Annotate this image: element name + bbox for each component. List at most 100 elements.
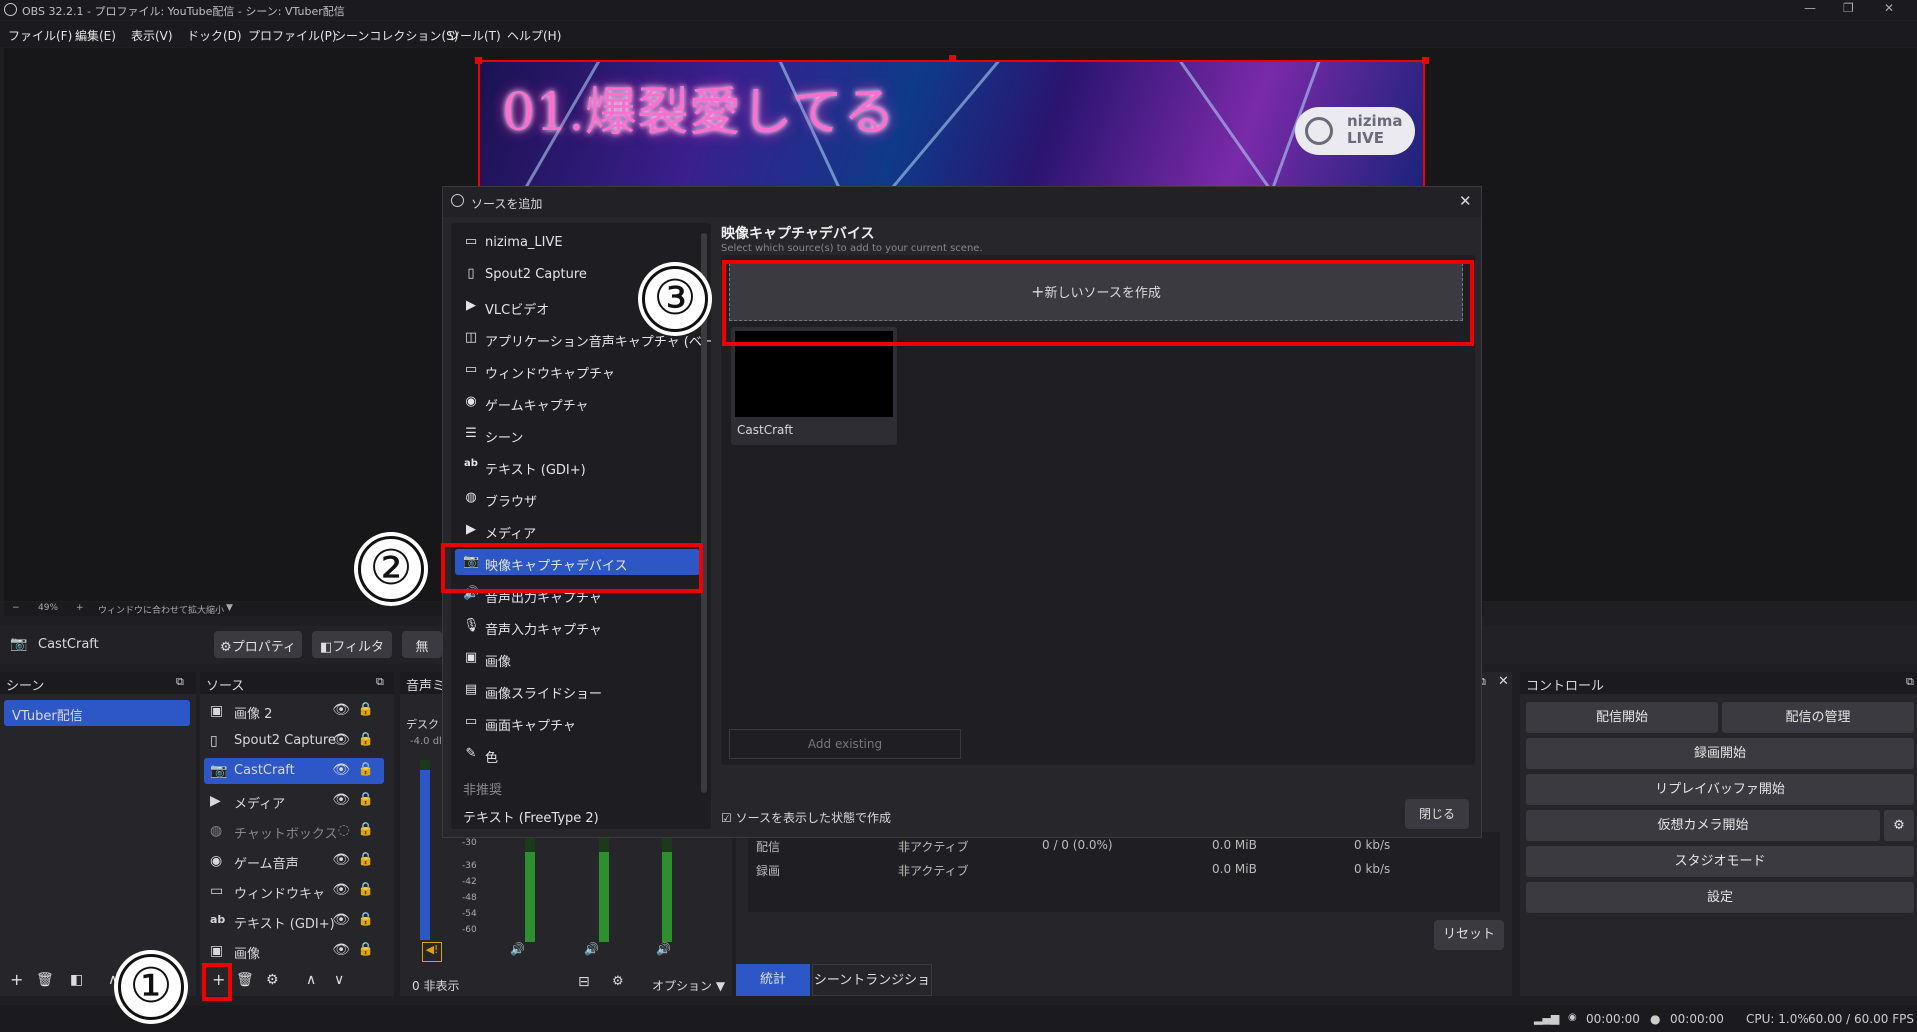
virtual-camera-settings-icon[interactable]: ⚙ <box>1884 810 1914 841</box>
lock-icon[interactable]: 🔒 <box>358 762 374 777</box>
menu-scene-collection[interactable]: シーンコレクション(S) <box>334 27 458 44</box>
undock-icon[interactable]: ⧉ <box>176 675 184 689</box>
filters-button[interactable]: ◧フィルタ <box>312 631 392 658</box>
menu-tools[interactable]: ツール(T) <box>448 27 501 44</box>
maximize-button[interactable]: ❐ <box>1843 1 1854 15</box>
dialog-close-icon[interactable]: ✕ <box>1459 192 1472 210</box>
undock-icon[interactable]: ⧉ <box>376 675 384 689</box>
deactivate-button[interactable]: 無 <box>402 631 442 658</box>
visible-checkbox-row[interactable]: ☑ ソースを表示した状態で作成 <box>721 809 891 826</box>
source-type-item[interactable]: ab テキスト (GDI+) <box>455 453 700 479</box>
menu-dock[interactable]: ドック(D) <box>187 27 242 44</box>
lock-icon[interactable]: 🔒 <box>358 822 374 837</box>
source-row[interactable]: ▣ 画像 👁 🔒 <box>204 938 384 964</box>
source-type-item[interactable]: ☰ シーン <box>455 421 700 447</box>
speaker-icon[interactable]: 🔊 <box>584 942 599 956</box>
minimize-button[interactable]: — <box>1804 1 1816 15</box>
source-type-item[interactable]: ◉ ゲームキャプチャ <box>455 389 700 415</box>
source-row[interactable]: ◉ ゲーム音声 👁 🔒 <box>204 848 384 874</box>
virtual-camera-button[interactable]: 仮想カメラ開始 <box>1526 810 1880 841</box>
undock-icon[interactable]: ⧉ <box>1906 675 1914 689</box>
source-type-item[interactable]: テキスト (FreeType 2) <box>455 801 700 827</box>
manage-stream-button[interactable]: 配信の管理 <box>1722 702 1914 733</box>
studio-mode-button[interactable]: スタジオモード <box>1526 846 1914 877</box>
menu-file[interactable]: ファイル(F) <box>8 27 72 44</box>
speaker-icon[interactable]: 🔊 <box>510 942 525 956</box>
add-existing-button[interactable]: Add existing <box>729 729 961 759</box>
eye-icon[interactable]: 👁 <box>332 942 350 958</box>
eye-icon[interactable]: 👁 <box>332 762 350 778</box>
menu-help[interactable]: ヘルプ(H) <box>507 27 561 44</box>
move-up-icon[interactable]: ∧ <box>306 972 316 988</box>
source-type-item[interactable]: ▣ 画像 <box>455 645 700 671</box>
source-row[interactable]: ▶ メディア 👁 🔒 <box>204 788 384 814</box>
checkbox-checked-icon[interactable]: ☑ <box>721 811 732 825</box>
move-up-icon[interactable]: ∧ <box>108 972 118 988</box>
replay-buffer-button[interactable]: リプレイバッファ開始 <box>1526 774 1914 805</box>
tab-scene-transition[interactable]: シーントランジション <box>812 964 932 1020</box>
muted-speaker-icon[interactable]: ◀! <box>422 942 442 962</box>
zoom-in-button[interactable]: + <box>76 603 84 613</box>
menu-profile[interactable]: プロファイル(P) <box>248 27 337 44</box>
move-down-icon[interactable]: ∨ <box>334 972 344 988</box>
scene-item[interactable]: VTuber配信 <box>4 700 190 726</box>
eye-icon[interactable]: 👁 <box>332 732 350 748</box>
eye-hidden-icon[interactable]: ◌ <box>338 822 350 838</box>
eye-icon[interactable]: 👁 <box>332 702 350 718</box>
resize-handle[interactable] <box>949 55 956 62</box>
eye-icon[interactable]: 👁 <box>332 882 350 898</box>
lock-icon[interactable]: 🔒 <box>358 852 374 867</box>
speaker-icon[interactable]: 🔊 <box>656 942 671 956</box>
source-type-item[interactable]: 🎙 音声入力キャプチャ <box>455 613 700 639</box>
source-type-item[interactable]: ✎ 色 <box>455 741 700 767</box>
lock-icon[interactable]: 🔒 <box>358 942 374 957</box>
mixer-settings-icon[interactable]: ⚙ <box>612 974 624 989</box>
lock-icon[interactable]: 🔒 <box>358 702 374 717</box>
selection-box[interactable] <box>478 60 1425 190</box>
remove-scene-icon[interactable]: 🗑 <box>36 972 54 988</box>
source-type-item[interactable]: ▶ メディア <box>455 517 700 543</box>
tab-stats[interactable]: 統計 <box>736 964 810 996</box>
source-row[interactable]: ▣ 画像 2 👁 🔒 <box>204 698 384 724</box>
reset-button[interactable]: リセット <box>1434 920 1504 950</box>
zoom-dropdown-icon[interactable]: ▼ <box>226 603 233 613</box>
resize-handle[interactable] <box>475 57 482 64</box>
volume-slider[interactable] <box>420 760 430 940</box>
source-row[interactable]: ▯ Spout2 Capture 👁 🔒 <box>204 728 384 754</box>
source-row[interactable]: 📷 CastCraft 👁 🔒 <box>204 758 384 784</box>
start-record-button[interactable]: 録画開始 <box>1526 738 1914 769</box>
lock-icon[interactable]: 🔒 <box>358 792 374 807</box>
source-row[interactable]: ◍ チャットボックス ◌ 🔒 <box>204 818 384 844</box>
lock-icon[interactable]: 🔒 <box>358 912 374 927</box>
close-dock-icon[interactable]: ✕ <box>1498 674 1509 689</box>
source-type-item[interactable]: ◍ ブラウザ <box>455 485 700 511</box>
source-type-item[interactable]: ▭ 画面キャプチャ <box>455 709 700 735</box>
source-row[interactable]: ▭ ウィンドウキャプチャ 👁 🔒 <box>204 878 384 904</box>
eye-icon[interactable]: 👁 <box>332 852 350 868</box>
properties-button[interactable]: ⚙プロパティ <box>214 631 302 658</box>
source-type-item[interactable]: ▭ nizima_LIVE <box>455 229 700 255</box>
remove-source-icon[interactable]: 🗑 <box>236 972 254 988</box>
close-window-button[interactable]: ✕ <box>1884 1 1894 15</box>
dialog-close-button[interactable]: 閉じる <box>1405 799 1469 829</box>
resize-handle[interactable] <box>1422 57 1429 64</box>
lock-icon[interactable]: 🔒 <box>358 732 374 747</box>
eye-icon[interactable]: 👁 <box>332 792 350 808</box>
settings-button[interactable]: 設定 <box>1526 882 1914 913</box>
callout-highlight-video-capture <box>441 543 703 593</box>
menu-edit[interactable]: 編集(E) <box>75 27 116 44</box>
lock-icon[interactable]: 🔒 <box>358 882 374 897</box>
mixer-layout-icon[interactable]: ⊟ <box>578 974 590 990</box>
source-properties-icon[interactable]: ⚙ <box>266 972 279 988</box>
source-type-item[interactable]: ▭ ウィンドウキャプチャ <box>455 357 700 383</box>
fit-label[interactable]: ウィンドウに合わせて拡大縮小 <box>98 603 224 616</box>
scene-filter-icon[interactable]: ◧ <box>70 972 83 988</box>
add-scene-button[interactable]: + <box>10 970 23 989</box>
zoom-out-button[interactable]: − <box>12 603 20 613</box>
source-row[interactable]: ab テキスト (GDI+) 👁 🔒 <box>204 908 384 934</box>
start-stream-button[interactable]: 配信開始 <box>1526 702 1718 733</box>
menu-view[interactable]: 表示(V) <box>131 27 173 44</box>
mixer-options-button[interactable]: オプション ▼ <box>652 977 725 994</box>
eye-icon[interactable]: 👁 <box>332 912 350 928</box>
source-type-item[interactable]: ▤ 画像スライドショー <box>455 677 700 703</box>
